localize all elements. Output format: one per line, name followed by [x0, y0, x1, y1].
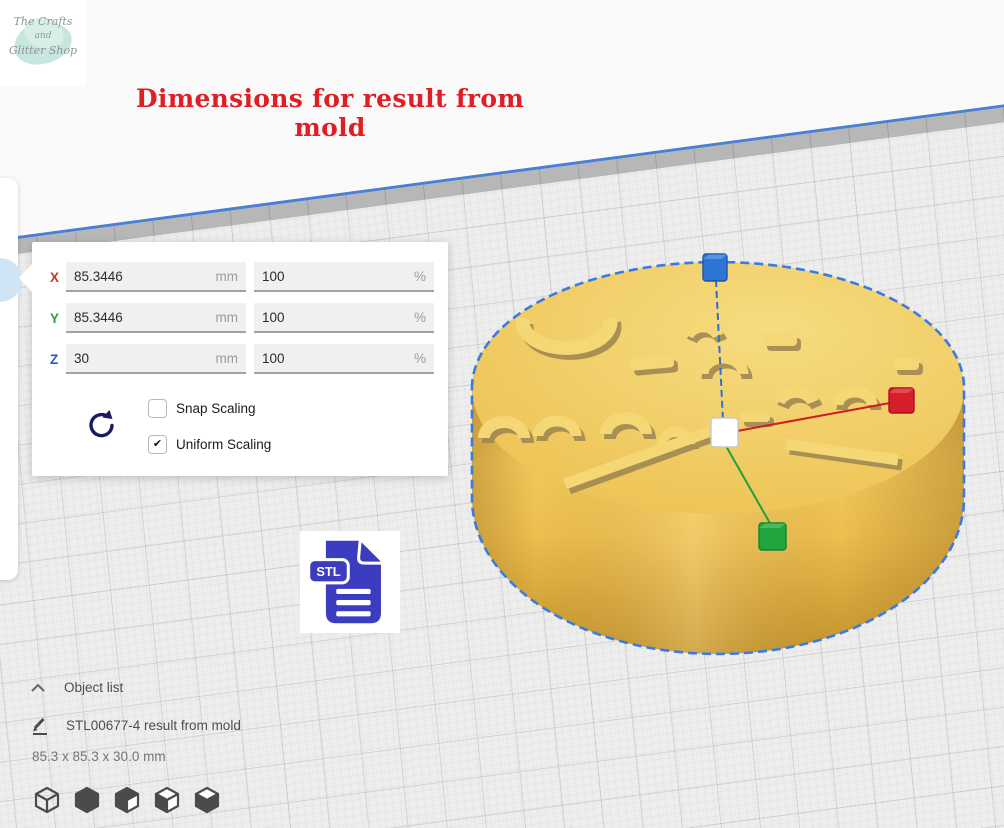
- z-percent-input[interactable]: [254, 344, 434, 372]
- scale-handle-x[interactable]: [889, 388, 914, 413]
- view-left-icon: [152, 784, 182, 814]
- model-3d-view[interactable]: [440, 230, 1004, 670]
- view-preset-toolbar: [32, 784, 222, 814]
- app-viewport: The Crafts and Glitter Shop Dimensions f…: [0, 0, 1004, 828]
- view-front-button[interactable]: [72, 784, 102, 814]
- scale-handle-z[interactable]: [703, 254, 727, 281]
- y-mm-unit: mm: [216, 310, 239, 325]
- z-mm-unit: mm: [216, 351, 239, 366]
- scale-row-z: Z mm %: [50, 344, 434, 374]
- object-item-name: STL00677-4 result from mold: [66, 718, 241, 733]
- snap-scaling-label: Snap Scaling: [176, 401, 256, 416]
- x-mm-field: mm: [66, 262, 246, 292]
- scale-row-x: X mm %: [50, 262, 434, 292]
- shop-logo: The Crafts and Glitter Shop: [0, 0, 86, 86]
- x-percent-unit: %: [414, 269, 426, 284]
- scale-handle-center[interactable]: [711, 418, 738, 447]
- scale-row-y: Y mm %: [50, 303, 434, 333]
- x-mm-unit: mm: [216, 269, 239, 284]
- uniform-scaling-checkbox[interactable]: [148, 435, 167, 454]
- object-dimensions: 85.3 x 85.3 x 30.0 mm: [32, 749, 166, 764]
- y-percent-field: %: [254, 303, 434, 333]
- page-title: Dimensions for result from mold: [116, 84, 544, 142]
- x-percent-field: %: [254, 262, 434, 292]
- x-percent-input[interactable]: [254, 262, 434, 290]
- stl-file-icon: STL: [307, 537, 393, 627]
- y-axis-label: Y: [50, 311, 66, 326]
- x-axis-label: X: [50, 270, 66, 285]
- view-top-button[interactable]: [112, 784, 142, 814]
- uniform-scaling-row: Uniform Scaling: [148, 434, 271, 454]
- chevron-up-icon: [30, 683, 46, 693]
- view-right-button[interactable]: [192, 784, 222, 814]
- scale-tool-panel: X mm % Y mm % Z mm: [32, 242, 448, 476]
- snap-scaling-checkbox[interactable]: [148, 399, 167, 418]
- stl-badge-text: STL: [316, 564, 340, 579]
- reset-scale-button[interactable]: [84, 408, 116, 440]
- object-list-title: Object list: [64, 680, 123, 695]
- y-percent-unit: %: [414, 310, 426, 325]
- view-front-icon: [72, 784, 102, 814]
- y-percent-input[interactable]: [254, 303, 434, 331]
- view-top-icon: [112, 784, 142, 814]
- z-axis-label: Z: [50, 352, 66, 367]
- z-percent-field: %: [254, 344, 434, 374]
- pencil-icon: [30, 715, 50, 735]
- logo-line-2: and: [0, 30, 86, 43]
- reset-counterclockwise-arrow-icon: [84, 408, 116, 440]
- y-mm-field: mm: [66, 303, 246, 333]
- scale-handle-y[interactable]: [759, 523, 786, 550]
- view-right-icon: [192, 784, 222, 814]
- object-list-item[interactable]: STL00677-4 result from mold: [30, 715, 241, 735]
- view-left-button[interactable]: [152, 784, 182, 814]
- stl-file-card: STL: [300, 531, 400, 633]
- view-3d-icon: [32, 784, 62, 814]
- logo-line-1: The Crafts: [0, 14, 86, 30]
- logo-text: The Crafts and Glitter Shop: [0, 14, 86, 59]
- object-list-header[interactable]: Object list: [30, 680, 123, 695]
- left-toolbar: [0, 178, 18, 580]
- uniform-scaling-label: Uniform Scaling: [176, 437, 271, 452]
- z-percent-unit: %: [414, 351, 426, 366]
- z-mm-field: mm: [66, 344, 246, 374]
- view-3d-button[interactable]: [32, 784, 62, 814]
- snap-scaling-row: Snap Scaling: [148, 398, 256, 418]
- logo-line-3: Glitter Shop: [0, 43, 86, 59]
- object-dimensions-row: 85.3 x 85.3 x 30.0 mm: [30, 749, 166, 764]
